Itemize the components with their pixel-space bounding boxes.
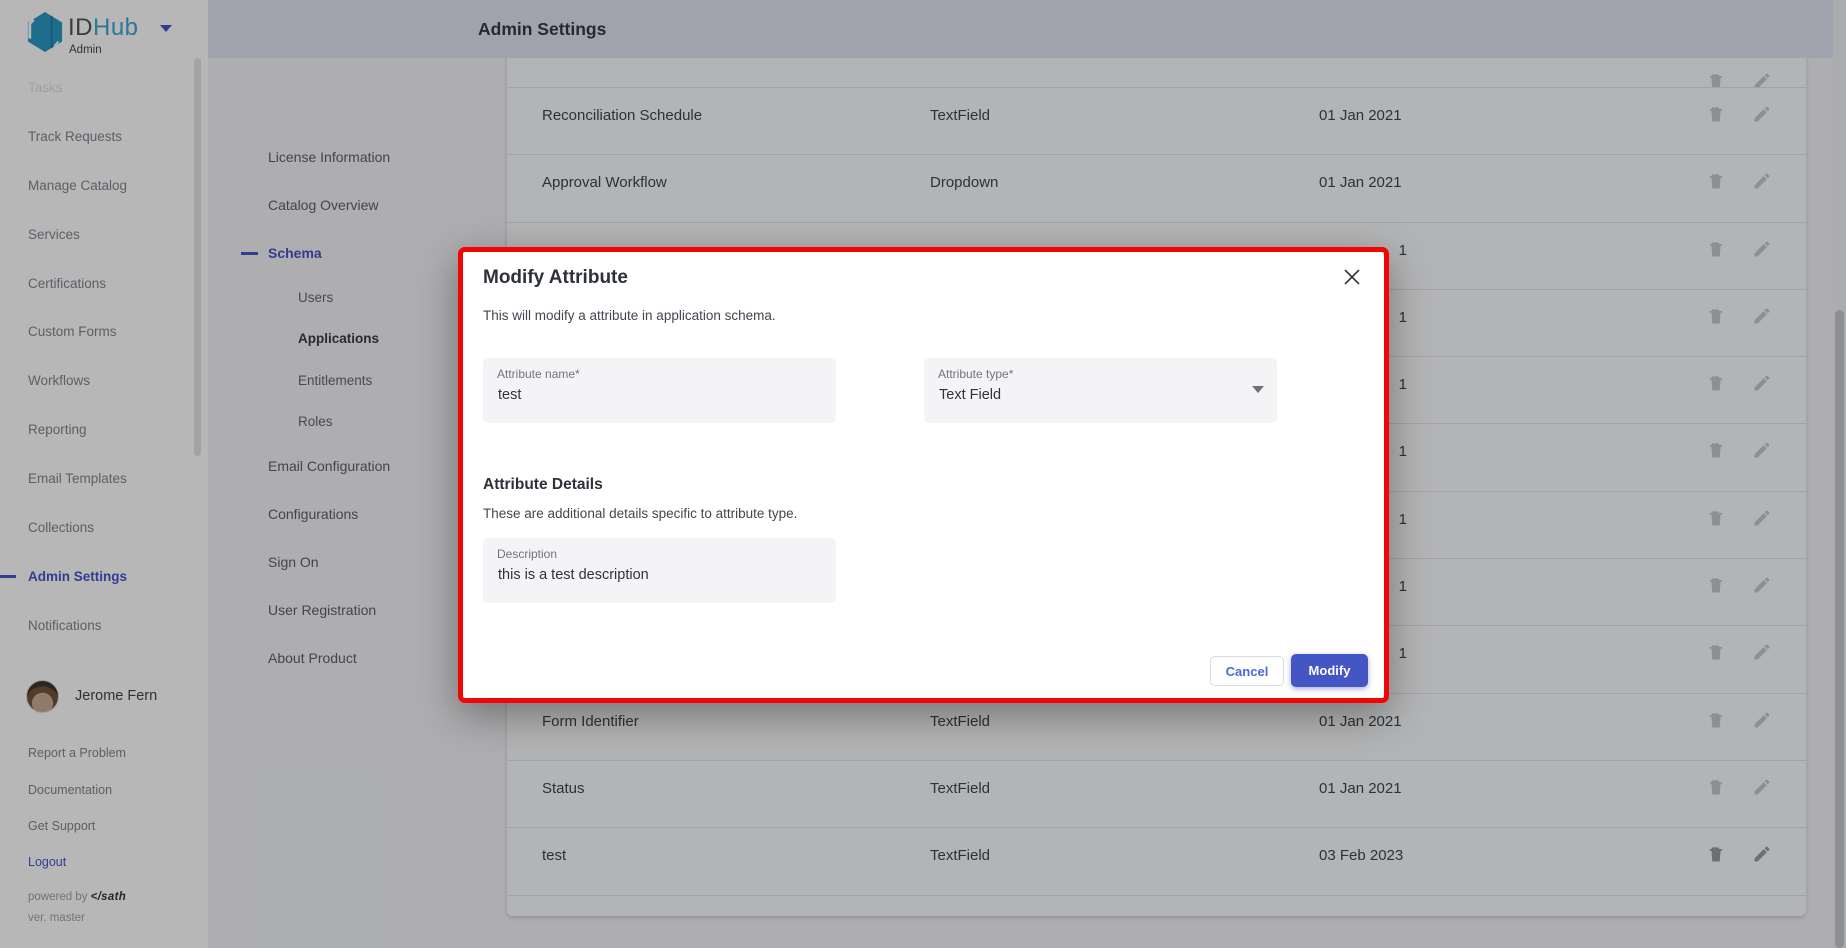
modify-button[interactable]: Modify — [1291, 654, 1368, 687]
modify-attribute-modal: Modify Attribute This will modify a attr… — [458, 247, 1389, 703]
modal-title: Modify Attribute — [483, 267, 628, 289]
attribute-details-heading: Attribute Details — [483, 476, 603, 494]
close-icon[interactable] — [1341, 266, 1363, 288]
modal-subtitle: This will modify a attribute in applicat… — [483, 308, 776, 323]
attribute-type-value: Text Field — [939, 387, 1001, 403]
description-value: this is a test description — [498, 567, 649, 583]
app-screen: Admin Settings Tasks Track Requests Mana… — [0, 0, 1846, 948]
attribute-details-caption: These are additional details specific to… — [483, 506, 797, 521]
description-field[interactable]: Description this is a test description — [483, 538, 836, 603]
attribute-name-value: test — [498, 387, 521, 403]
dropdown-caret-icon — [1252, 386, 1264, 393]
attribute-name-label: Attribute name* — [497, 367, 580, 381]
cancel-button[interactable]: Cancel — [1210, 656, 1284, 686]
description-label: Description — [497, 547, 557, 561]
attribute-name-field[interactable]: Attribute name* test — [483, 358, 836, 423]
attribute-type-select[interactable]: Attribute type* Text Field — [924, 358, 1277, 423]
attribute-type-label: Attribute type* — [938, 367, 1013, 381]
